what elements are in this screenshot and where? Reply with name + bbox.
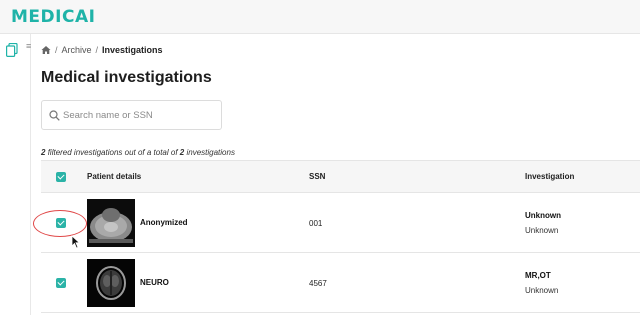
row-checkbox[interactable] <box>56 278 66 288</box>
investigation-detail: Unknown <box>525 226 559 235</box>
total-count: 2 <box>179 148 185 157</box>
ct-scan-thumbnail[interactable] <box>87 199 135 247</box>
table-header: Patient details SSN Investigation <box>41 160 640 193</box>
breadcrumb-archive[interactable]: Archive <box>62 45 92 55</box>
header-patient-details[interactable]: Patient details <box>87 172 141 181</box>
investigation-detail: Unknown <box>525 286 559 295</box>
menu-icon[interactable]: ≡ <box>26 42 31 51</box>
breadcrumb-current: Investigations <box>102 45 163 55</box>
search-box[interactable] <box>41 100 222 130</box>
home-icon[interactable] <box>41 45 51 55</box>
sidebar <box>0 34 31 315</box>
patient-ssn: 4567 <box>309 279 327 288</box>
patient-name: Anonymized <box>140 218 188 227</box>
patient-name: NEURO <box>140 278 169 287</box>
header-ssn[interactable]: SSN <box>309 172 325 181</box>
search-input[interactable] <box>63 106 213 124</box>
select-all-checkbox[interactable] <box>56 172 66 182</box>
app-logo[interactable]: MEDICAI <box>11 7 95 27</box>
mri-brain-thumbnail[interactable] <box>87 259 135 307</box>
search-icon <box>49 110 60 121</box>
investigation-type: Unknown <box>525 211 561 220</box>
top-bar: MEDICAI <box>0 0 640 34</box>
breadcrumb-separator: / <box>95 45 99 55</box>
mouse-cursor-icon <box>71 235 81 249</box>
breadcrumb-separator: / <box>55 45 58 55</box>
table-row[interactable]: NEURO 4567 MR,OT Unknown <box>41 253 640 313</box>
page-title: Medical investigations <box>41 69 212 86</box>
investigation-type: MR,OT <box>525 271 551 280</box>
table-row[interactable]: Anonymized 001 Unknown Unknown <box>41 193 640 253</box>
summary-text-end: investigations <box>186 148 235 157</box>
patient-ssn: 001 <box>309 219 323 228</box>
header-investigation[interactable]: Investigation <box>525 172 574 181</box>
investigations-table: Patient details SSN Investigation Anonym… <box>41 160 640 313</box>
copy-icon[interactable] <box>6 43 18 57</box>
highlight-ring <box>33 210 87 237</box>
summary-text: filtered investigations out of a total o… <box>47 148 178 157</box>
results-summary: 2 filtered investigations out of a total… <box>41 148 235 157</box>
breadcrumb: / Archive / Investigations <box>41 45 163 55</box>
filtered-count: 2 <box>41 148 46 157</box>
